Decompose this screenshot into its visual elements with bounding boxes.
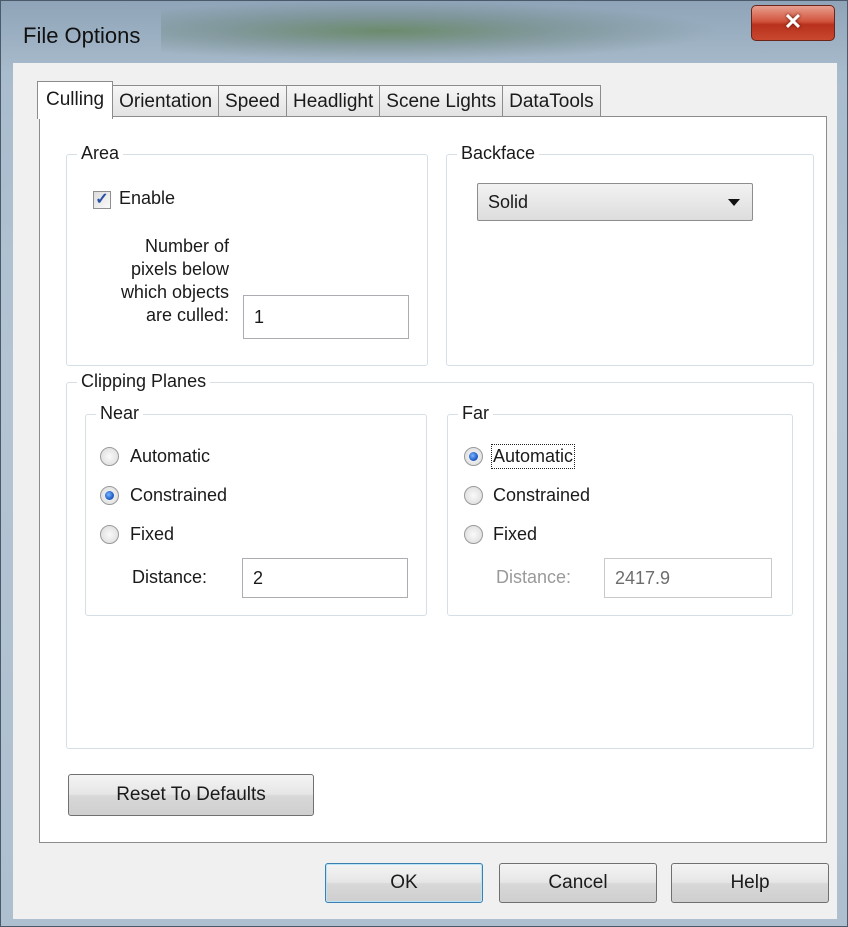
near-fixed-label: Fixed (130, 524, 175, 544)
ok-button[interactable]: OK (325, 863, 483, 903)
far-legend: Far (458, 403, 493, 424)
area-group: Area ✓ Enable Number of pixels below whi… (66, 143, 428, 366)
backface-group: Backface Solid (446, 143, 814, 366)
pixels-label-line: are culled: (145, 305, 229, 325)
backface-selected-value: Solid (488, 192, 529, 212)
tab-scene-lights[interactable]: Scene Lights (379, 85, 504, 117)
tab-datatools[interactable]: DataTools (502, 85, 601, 117)
enable-label: Enable (119, 188, 176, 208)
clipping-planes-group: Clipping Planes Near Automatic Constrain… (66, 371, 814, 749)
close-button[interactable]: ✕ (751, 5, 835, 41)
far-distance-input[interactable]: 2417.9 (604, 558, 772, 598)
near-automatic-radio[interactable] (100, 447, 119, 466)
pixels-label-line: Number of (144, 236, 229, 256)
tab-strip: Culling Orientation Speed Headlight Scen… (37, 81, 601, 119)
dialog-client-area: Culling Orientation Speed Headlight Scen… (13, 63, 837, 919)
area-legend: Area (77, 143, 124, 164)
near-distance-label: Distance: (132, 567, 208, 587)
backface-select[interactable]: Solid (477, 183, 753, 221)
tab-culling[interactable]: Culling (37, 81, 114, 119)
window-title: File Options (23, 23, 141, 48)
tab-speed[interactable]: Speed (218, 85, 287, 117)
backface-legend: Backface (457, 143, 540, 164)
far-fixed-label: Fixed (493, 524, 538, 544)
near-group: Near Automatic Constrained Fixed Distanc… (85, 403, 427, 616)
reset-to-defaults-button[interactable]: Reset To Defaults (68, 774, 314, 816)
near-constrained-label: Constrained (130, 485, 228, 505)
enable-checkbox[interactable]: ✓ (93, 191, 111, 209)
far-constrained-label: Constrained (493, 485, 591, 505)
pixels-label-line: which objects (120, 282, 229, 302)
chevron-down-icon (728, 199, 740, 206)
title-bar-background (161, 1, 721, 61)
clipping-planes-legend: Clipping Planes (77, 371, 211, 392)
near-distance-input[interactable]: 2 (242, 558, 408, 598)
pixels-label: Number of pixels below which objects are… (79, 235, 229, 327)
far-automatic-label: Automatic (490, 444, 576, 469)
far-constrained-radio[interactable] (464, 486, 483, 505)
dialog-window: File Options ✕ Culling Orientation Speed… (0, 0, 848, 927)
far-distance-label: Distance: (496, 567, 572, 587)
tab-headlight[interactable]: Headlight (286, 85, 381, 117)
tab-orientation[interactable]: Orientation (112, 85, 220, 117)
near-legend: Near (96, 403, 144, 424)
cancel-button[interactable]: Cancel (499, 863, 657, 903)
far-group: Far Automatic Constrained Fixed Distance… (447, 403, 793, 616)
close-icon: ✕ (783, 9, 803, 34)
pixels-label-line: pixels below (130, 259, 229, 279)
culling-tab-panel: Area ✓ Enable Number of pixels below whi… (39, 116, 827, 843)
near-fixed-radio[interactable] (100, 525, 119, 544)
near-automatic-label: Automatic (130, 446, 211, 466)
near-constrained-radio[interactable] (100, 486, 119, 505)
far-fixed-radio[interactable] (464, 525, 483, 544)
far-automatic-radio[interactable] (464, 447, 483, 466)
pixels-input[interactable]: 1 (243, 295, 409, 339)
help-button[interactable]: Help (671, 863, 829, 903)
